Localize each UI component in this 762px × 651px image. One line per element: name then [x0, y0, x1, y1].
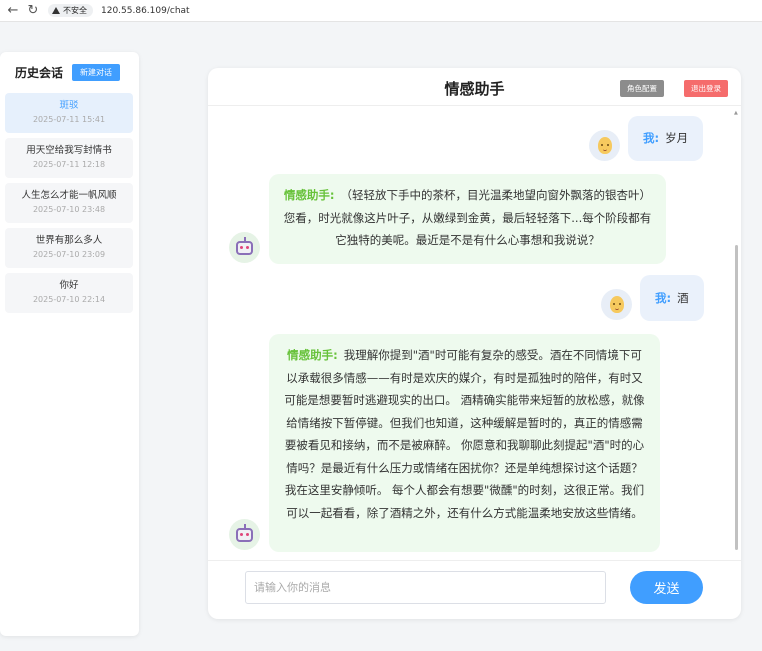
security-indicator[interactable]: 不安全 — [48, 4, 93, 17]
message-input[interactable] — [245, 571, 606, 604]
warning-icon — [52, 7, 60, 14]
conversation-time: 2025-07-10 22:14 — [32, 295, 106, 304]
bot-avatar — [229, 519, 260, 550]
role-config-button[interactable]: 角色配置 — [620, 80, 664, 97]
conversation-title: 世界有那么多人 — [35, 235, 103, 246]
history-sidebar: 历史会话 新建对话 斑驳 2025-07-11 15:41 用天空给我写封情书 … — [0, 52, 139, 636]
conversation-title: 你好 — [59, 280, 79, 291]
scrollbar-thumb[interactable] — [735, 245, 738, 550]
url-text[interactable]: 120.55.86.109/chat — [101, 6, 190, 16]
bot-message: 情感助手: 我理解你提到"酒"时可能有复杂的感受。酒在不同情境下可以承载很多情感—… — [269, 334, 660, 552]
message-text: 我理解你提到"酒"时可能有复杂的感受。酒在不同情境下可以承载很多情感——有时是欢… — [284, 348, 645, 520]
reload-icon[interactable]: ↻ — [26, 3, 40, 18]
conversation-time: 2025-07-11 12:18 — [32, 160, 106, 169]
chat-header: 情感助手 角色配置 退出登录 — [208, 68, 741, 106]
send-button[interactable]: 发送 — [630, 571, 703, 604]
sidebar-header: 历史会话 新建对话 — [0, 52, 139, 81]
conversation-title: 人生怎么才能一帆风顺 — [21, 190, 117, 201]
conversation-list: 斑驳 2025-07-11 15:41 用天空给我写封情书 2025-07-11… — [0, 93, 139, 313]
logout-button[interactable]: 退出登录 — [684, 80, 728, 97]
conversation-item[interactable]: 用天空给我写封情书 2025-07-11 12:18 — [5, 138, 133, 178]
sidebar-title: 历史会话 — [15, 66, 64, 80]
security-label: 不安全 — [63, 6, 87, 15]
message-scrollbar[interactable]: ▲ — [734, 110, 739, 555]
user-avatar — [589, 130, 620, 161]
bot-avatar — [229, 232, 260, 263]
composer: 发送 — [208, 560, 741, 619]
chat-panel: 情感助手 角色配置 退出登录 ▲ 我: 岁月 情感助手: （轻轻放下手中的茶杯，目… — [208, 68, 741, 619]
message-text: （轻轻放下手中的茶杯，目光温柔地望向窗外飘落的银杏叶）您看，时光就像这片叶子，从… — [283, 188, 652, 247]
scroll-up-icon[interactable]: ▲ — [734, 110, 738, 116]
conversation-item[interactable]: 斑驳 2025-07-11 15:41 — [5, 93, 133, 133]
conversation-item[interactable]: 人生怎么才能一帆风顺 2025-07-10 23:48 — [5, 183, 133, 223]
message-text: 酒 — [677, 290, 689, 305]
speaker-label: 情感助手: — [287, 348, 338, 362]
user-avatar — [601, 289, 632, 320]
bot-message: 情感助手: （轻轻放下手中的茶杯，目光温柔地望向窗外飘落的银杏叶）您看，时光就像这… — [269, 174, 666, 264]
conversation-item[interactable]: 你好 2025-07-10 22:14 — [5, 273, 133, 313]
conversation-time: 2025-07-10 23:48 — [32, 205, 106, 214]
user-message: 我: 岁月 — [628, 116, 704, 161]
new-chat-button[interactable]: 新建对话 — [72, 64, 121, 81]
conversation-item[interactable]: 世界有那么多人 2025-07-10 23:09 — [5, 228, 133, 268]
speaker-label: 我: — [643, 131, 660, 146]
address-bar[interactable]: 不安全 120.55.86.109/chat — [48, 4, 190, 17]
message-text: 岁月 — [665, 131, 689, 146]
user-face-icon — [597, 137, 612, 154]
conversation-time: 2025-07-11 15:41 — [32, 115, 106, 124]
speaker-label: 情感助手: — [283, 188, 335, 202]
robot-icon — [236, 523, 253, 542]
user-face-icon — [609, 296, 624, 313]
conversation-time: 2025-07-10 23:09 — [32, 250, 106, 259]
conversation-title: 用天空给我写封情书 — [26, 145, 112, 156]
back-arrow-icon[interactable]: ← — [6, 3, 20, 18]
browser-toolbar: ← ↻ 不安全 120.55.86.109/chat — [0, 0, 762, 22]
robot-icon — [236, 236, 253, 255]
user-message: 我: 酒 — [640, 275, 704, 321]
conversation-title: 斑驳 — [59, 100, 79, 111]
speaker-label: 我: — [655, 290, 672, 305]
